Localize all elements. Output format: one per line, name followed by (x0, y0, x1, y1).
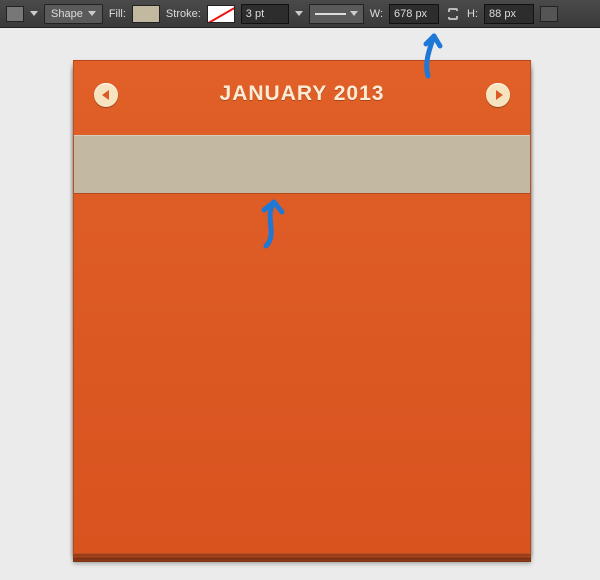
chevron-right-icon (496, 90, 503, 100)
canvas: JANUARY 2013 (0, 28, 600, 580)
stroke-weight-dropdown-caret[interactable] (295, 11, 303, 16)
chevron-down-icon (350, 11, 358, 16)
calendar-header: JANUARY 2013 (74, 61, 530, 127)
next-month-button[interactable] (486, 83, 510, 107)
calendar-title: JANUARY 2013 (220, 82, 385, 106)
stroke-style-dropdown[interactable] (309, 4, 364, 24)
width-label: W: (370, 8, 383, 20)
chevron-left-icon (102, 90, 109, 100)
tool-preset-dropdown-caret[interactable] (30, 11, 38, 16)
tool-preset-swatch[interactable] (6, 6, 24, 22)
height-input[interactable] (484, 4, 534, 24)
stroke-style-preview (315, 13, 346, 15)
link-dimensions-icon[interactable] (445, 6, 461, 22)
fill-swatch[interactable] (132, 5, 160, 23)
prev-month-button[interactable] (94, 83, 118, 107)
align-edges-button[interactable] (540, 6, 558, 22)
fill-label: Fill: (109, 8, 126, 20)
height-label: H: (467, 8, 478, 20)
tool-mode-label: Shape (51, 8, 83, 20)
options-bar: Shape Fill: Stroke: W: H: (0, 0, 600, 28)
stroke-weight-input[interactable] (241, 4, 289, 24)
stroke-label: Stroke: (166, 8, 201, 20)
calendar-stack: JANUARY 2013 (73, 60, 531, 562)
stroke-swatch[interactable] (207, 5, 235, 23)
calendar-page-front: JANUARY 2013 (73, 60, 531, 554)
chevron-down-icon (88, 11, 96, 16)
tool-mode-dropdown[interactable]: Shape (44, 4, 103, 24)
weekday-band-shape[interactable] (74, 135, 530, 193)
width-input[interactable] (389, 4, 439, 24)
